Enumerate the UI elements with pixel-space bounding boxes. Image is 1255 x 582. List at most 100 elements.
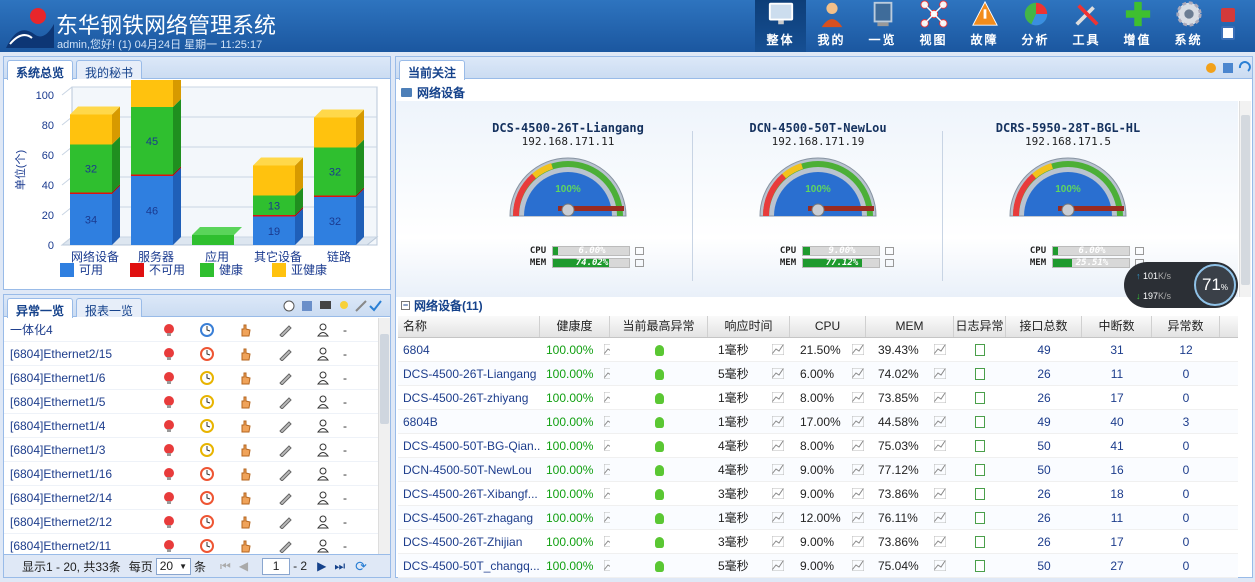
port-count[interactable]: 26 <box>1006 506 1082 530</box>
nav-plus[interactable]: 增值 <box>1112 0 1163 52</box>
nav-monitor[interactable]: 整体 <box>755 0 806 52</box>
person-icon[interactable] <box>316 491 330 505</box>
alarm-row[interactable]: [6804]Ethernet1/4 - <box>4 414 378 438</box>
table-row[interactable]: DCN-4500-50T-NewLou 100.00% 4毫秒 9.00% 77.12%… <box>398 458 1238 482</box>
pen-icon[interactable] <box>278 323 292 338</box>
person-icon[interactable] <box>316 467 330 481</box>
log-icon[interactable] <box>975 344 985 357</box>
trend-chart-icon[interactable] <box>772 391 784 403</box>
chart-icon[interactable] <box>1135 247 1144 255</box>
alarm-row[interactable]: [6804]Ethernet2/12 - <box>4 510 378 534</box>
abnormal-count[interactable]: 0 <box>1152 530 1220 554</box>
device-name[interactable]: DCN-4500-50T-NewLou <box>698 121 938 135</box>
log-icon[interactable] <box>975 560 985 573</box>
hand-icon[interactable] <box>238 515 252 529</box>
abnormal-count[interactable]: 0 <box>1152 386 1220 410</box>
down-count[interactable]: 11 <box>1082 362 1152 386</box>
alarm-row[interactable]: [6804]Ethernet2/14 - <box>4 486 378 510</box>
close-icon[interactable] <box>1221 8 1235 22</box>
status-bulb-icon[interactable] <box>654 392 664 404</box>
down-count[interactable]: 18 <box>1082 482 1152 506</box>
status-bulb-icon[interactable] <box>654 416 664 428</box>
log-icon[interactable] <box>975 392 985 405</box>
log-icon[interactable] <box>975 536 985 549</box>
pen-icon[interactable] <box>278 347 292 362</box>
down-count[interactable]: 17 <box>1082 530 1152 554</box>
chart-icon[interactable] <box>885 247 894 255</box>
abnormal-count[interactable]: 12 <box>1152 338 1220 362</box>
alarm-scrollbar[interactable] <box>378 318 390 554</box>
device-name-link[interactable]: 6804 <box>398 338 540 362</box>
table-row[interactable]: DCS-4500-26T-zhagang 100.00% 1毫秒 12.00% 76.1… <box>398 506 1238 530</box>
trend-chart-icon[interactable] <box>934 511 946 523</box>
bulb-alert-icon[interactable] <box>162 467 176 481</box>
trend-chart-icon[interactable] <box>852 439 864 451</box>
pen-icon[interactable] <box>278 539 292 554</box>
bulb-alert-icon[interactable] <box>162 443 176 457</box>
trend-chart-icon[interactable] <box>934 415 946 427</box>
device-name-link[interactable]: DCS-4500-26T-zhiyang <box>398 386 540 410</box>
device-name-link[interactable]: DCS-4500-26T-Zhijian <box>398 530 540 554</box>
pen-icon[interactable] <box>278 419 292 434</box>
chart-icon[interactable] <box>635 247 644 255</box>
logout-icon[interactable] <box>1221 26 1235 40</box>
column-header[interactable]: MEM <box>866 316 954 337</box>
status-bulb-icon[interactable] <box>654 536 664 548</box>
alarm-name[interactable]: [6804]Ethernet1/4 <box>10 419 105 433</box>
down-count[interactable]: 40 <box>1082 410 1152 434</box>
bulb-alert-icon[interactable] <box>162 491 176 505</box>
trend-chart-icon[interactable] <box>852 415 864 427</box>
log-icon[interactable] <box>975 488 985 501</box>
device-name-link[interactable]: 6804B <box>398 410 540 434</box>
trend-chart-icon[interactable] <box>934 439 946 451</box>
hand-icon[interactable] <box>238 323 252 337</box>
column-header[interactable]: 接口总数 <box>1006 316 1082 337</box>
chart-icon[interactable] <box>635 259 644 267</box>
alarm-row[interactable]: 一体化4 - <box>4 318 378 342</box>
trend-chart-icon[interactable] <box>852 559 864 571</box>
tab-report-overview[interactable]: 报表一览 <box>76 298 143 318</box>
trend-chart-icon[interactable] <box>934 559 946 571</box>
column-header[interactable]: CPU <box>790 316 866 337</box>
trend-chart-icon[interactable] <box>852 487 864 499</box>
clock-icon[interactable] <box>200 539 214 553</box>
abnormal-count[interactable]: 0 <box>1152 506 1220 530</box>
table-row[interactable]: 6804B 100.00% 1毫秒 17.00% 44.58% 49 40 3 <box>398 410 1238 434</box>
down-count[interactable]: 27 <box>1082 554 1152 578</box>
person-icon[interactable] <box>316 371 330 385</box>
abnormal-count[interactable]: 0 <box>1152 554 1220 578</box>
alarm-name[interactable]: [6804]Ethernet1/6 <box>10 371 105 385</box>
port-count[interactable]: 26 <box>1006 482 1082 506</box>
bulb-alert-icon[interactable] <box>162 515 176 529</box>
port-count[interactable]: 49 <box>1006 410 1082 434</box>
table-row[interactable]: DCS-4500-50T_changq... 100.00% 5毫秒 9.00% 75.… <box>398 554 1238 578</box>
trend-chart-icon[interactable] <box>934 343 946 355</box>
person-icon[interactable] <box>316 323 330 337</box>
status-bulb-icon[interactable] <box>654 344 664 356</box>
person-icon[interactable] <box>316 419 330 433</box>
alarm-row[interactable]: [6804]Ethernet1/3 - <box>4 438 378 462</box>
hand-icon[interactable] <box>238 419 252 433</box>
clock-icon[interactable] <box>200 323 214 337</box>
trend-chart-icon[interactable] <box>772 463 784 475</box>
port-count[interactable]: 26 <box>1006 530 1082 554</box>
column-header[interactable]: 异常数 <box>1152 316 1220 337</box>
column-header[interactable]: 日志异常 <box>954 316 1006 337</box>
log-icon[interactable] <box>975 440 985 453</box>
pen-icon[interactable] <box>278 443 292 458</box>
alarm-name[interactable]: [6804]Ethernet1/3 <box>10 443 105 457</box>
tab-alarm-overview[interactable]: 异常一览 <box>7 298 74 318</box>
hand-icon[interactable] <box>238 371 252 385</box>
pen-icon[interactable] <box>278 395 292 410</box>
clock-icon[interactable] <box>200 371 214 385</box>
trend-chart-icon[interactable] <box>934 463 946 475</box>
alarm-row[interactable]: [6804]Ethernet1/5 - <box>4 390 378 414</box>
clock-icon[interactable] <box>200 515 214 529</box>
chart-icon[interactable] <box>885 259 894 267</box>
nav-gear[interactable]: 系统 <box>1163 0 1214 52</box>
trend-chart-icon[interactable] <box>772 367 784 379</box>
page-input[interactable]: 1 <box>262 557 291 575</box>
pen-icon[interactable] <box>278 371 292 386</box>
down-count[interactable]: 31 <box>1082 338 1152 362</box>
clock-icon[interactable] <box>200 491 214 505</box>
